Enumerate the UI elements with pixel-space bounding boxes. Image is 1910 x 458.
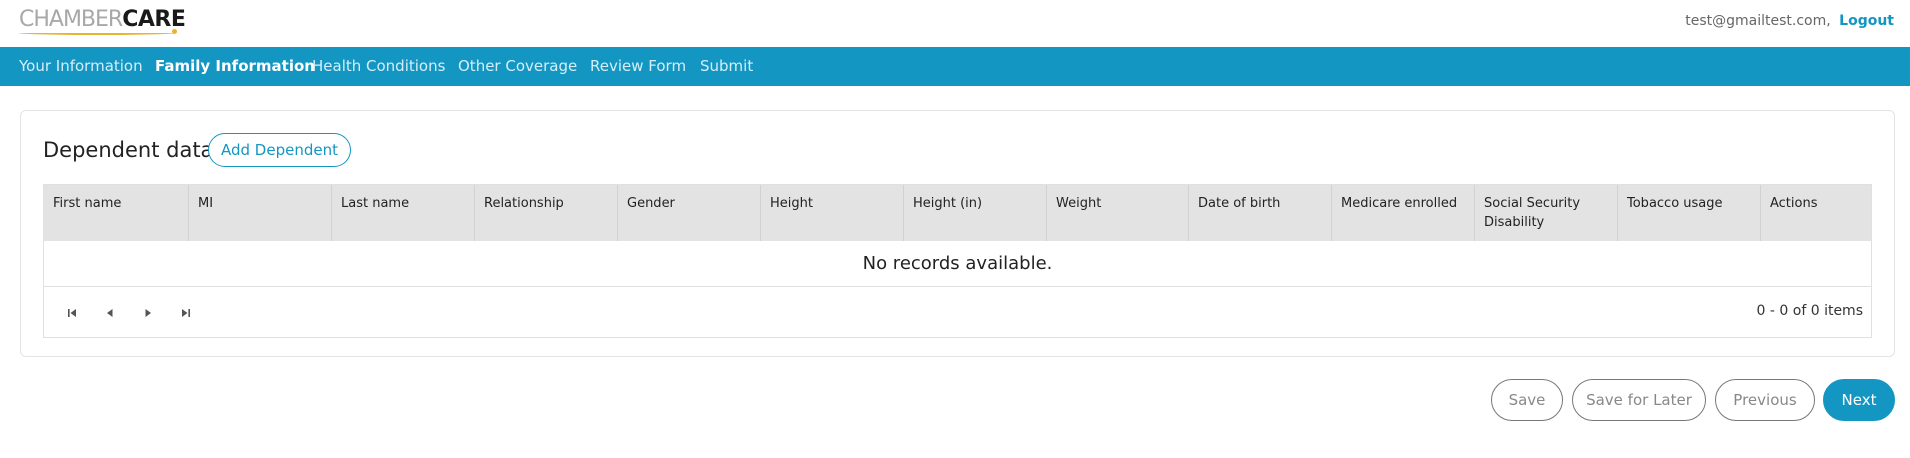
dependent-grid: First name MI Last name Relationship Gen… — [43, 184, 1872, 338]
nav-your-information[interactable]: Your Information — [19, 47, 143, 86]
last-page-icon[interactable] — [177, 304, 195, 322]
main-nav: Your Information Family Information Heal… — [0, 47, 1910, 86]
logo-dot — [172, 29, 177, 34]
column-header-height[interactable]: Height — [760, 185, 903, 241]
nav-review-form[interactable]: Review Form — [590, 47, 686, 86]
next-button[interactable]: Next — [1823, 379, 1895, 421]
logo-swoosh — [19, 31, 175, 35]
nav-family-information[interactable]: Family Information — [155, 47, 315, 86]
user-email: test@gmailtest.com, — [1685, 13, 1831, 29]
first-page-icon[interactable] — [63, 304, 81, 322]
column-header-mi[interactable]: MI — [188, 185, 331, 241]
dependent-card: Dependent data Add Dependent First name … — [20, 110, 1895, 357]
nav-submit[interactable]: Submit — [700, 47, 753, 86]
column-header-relationship[interactable]: Relationship — [474, 185, 617, 241]
column-header-social-security-disability[interactable]: Social Security Disability — [1474, 185, 1617, 241]
previous-button[interactable]: Previous — [1715, 379, 1815, 421]
column-header-date-of-birth[interactable]: Date of birth — [1188, 185, 1331, 241]
dependent-data-title: Dependent data — [43, 138, 214, 162]
logout-link[interactable]: Logout — [1839, 13, 1894, 29]
column-header-last-name[interactable]: Last name — [331, 185, 474, 241]
add-dependent-button[interactable]: Add Dependent — [208, 133, 351, 167]
logo-text-part2: CARE — [122, 7, 186, 32]
user-area: test@gmailtest.com, Logout — [1685, 13, 1894, 29]
column-header-medicare-enrolled[interactable]: Medicare enrolled — [1331, 185, 1474, 241]
nav-other-coverage[interactable]: Other Coverage — [458, 47, 577, 86]
column-header-actions: Actions — [1760, 185, 1871, 241]
top-bar: CHAMBERCARE test@gmailtest.com, Logout — [0, 0, 1910, 47]
next-page-icon[interactable] — [139, 304, 157, 322]
no-records-message: No records available. — [44, 241, 1871, 287]
column-header-gender[interactable]: Gender — [617, 185, 760, 241]
nav-health-conditions[interactable]: Health Conditions — [312, 47, 445, 86]
prev-page-icon[interactable] — [101, 304, 119, 322]
grid-pager: 0 - 0 of 0 items — [44, 287, 1871, 337]
column-header-tobacco-usage[interactable]: Tobacco usage — [1617, 185, 1760, 241]
save-button[interactable]: Save — [1491, 379, 1563, 421]
chambercare-logo[interactable]: CHAMBERCARE — [19, 7, 186, 35]
grid-header: First name MI Last name Relationship Gen… — [44, 185, 1871, 241]
pager-info: 0 - 0 of 0 items — [1756, 303, 1863, 319]
column-header-first-name[interactable]: First name — [44, 185, 188, 241]
column-header-height-in[interactable]: Height (in) — [903, 185, 1046, 241]
logo-text-part1: CHAMBER — [19, 7, 123, 32]
column-header-weight[interactable]: Weight — [1046, 185, 1188, 241]
save-for-later-button[interactable]: Save for Later — [1572, 379, 1706, 421]
